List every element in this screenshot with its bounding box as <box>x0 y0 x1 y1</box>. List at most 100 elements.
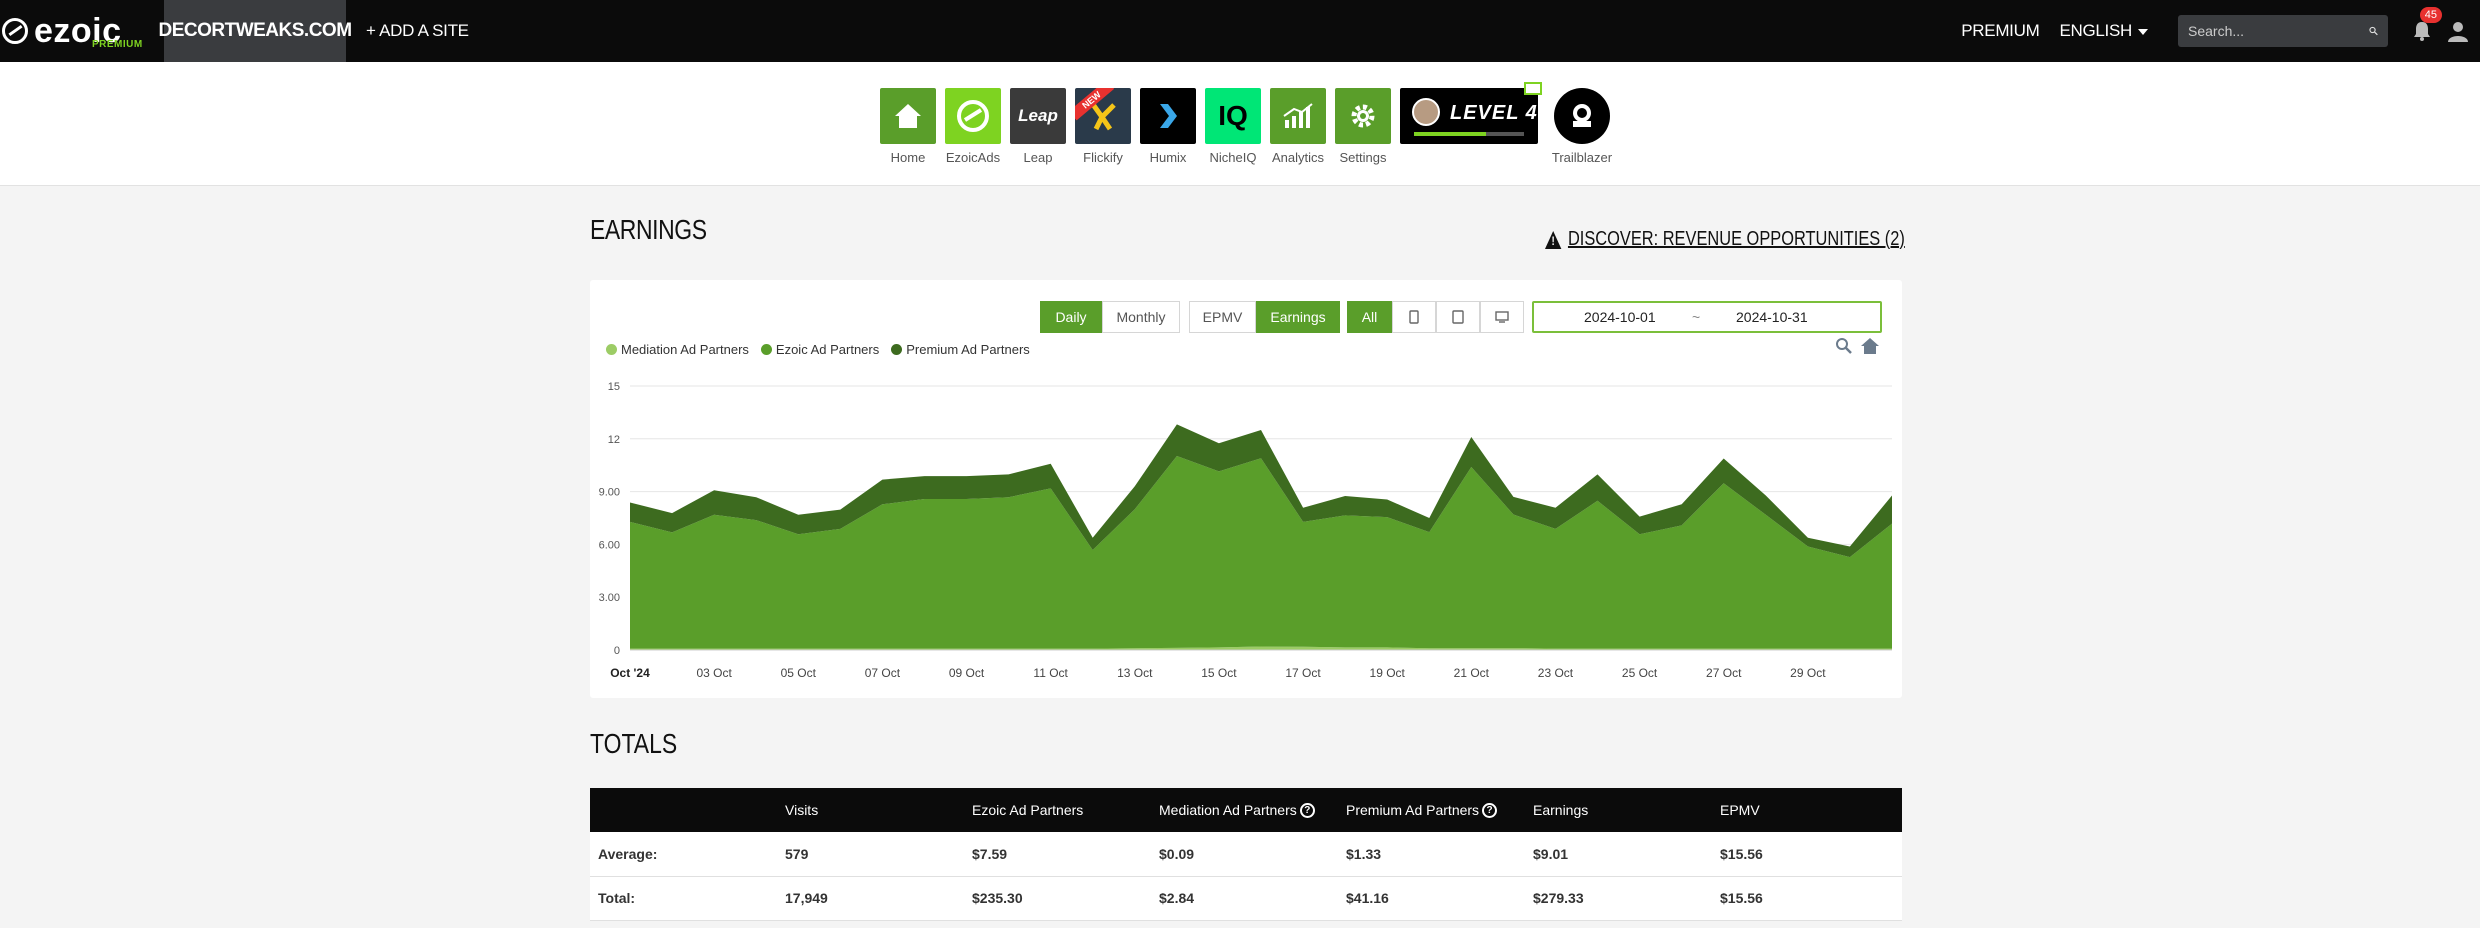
totals-heading: TOTALS <box>590 728 678 759</box>
language-label: ENGLISH <box>2059 21 2132 40</box>
x-tick-label: 03 Oct <box>696 666 732 680</box>
humix-icon <box>1140 88 1196 144</box>
app-home[interactable]: Home <box>880 88 936 165</box>
table-cell: $2.84 <box>1151 876 1338 921</box>
level-progress-bar <box>1414 132 1524 136</box>
earnings-area-chart: 0 3.00 6.00 9.00 12 15 Oct '24 03 Oct 05 Oct 07 O… <box>599 381 1892 680</box>
analytics-icon <box>1270 88 1326 144</box>
column-header: Visits <box>777 788 964 832</box>
app-analytics[interactable]: Analytics <box>1270 88 1326 165</box>
ezoic-logo-icon <box>2 18 28 44</box>
warning-icon <box>1545 230 1562 249</box>
x-tick-label: 07 Oct <box>865 666 901 680</box>
logo-premium-label: PREMIUM <box>92 39 143 50</box>
mail-icon[interactable] <box>1524 82 1542 95</box>
user-menu[interactable] <box>2446 19 2470 43</box>
column-header: Earnings <box>1525 788 1712 832</box>
level-progress-fill <box>1414 132 1486 136</box>
notification-count-badge: 45 <box>2419 7 2442 23</box>
x-tick-label: 11 Oct <box>1033 666 1068 680</box>
column-header: Mediation Ad Partners? <box>1151 788 1338 832</box>
totals-table: Visits Ezoic Ad Partners Mediation Ad Pa… <box>590 788 1902 921</box>
ezoicads-icon <box>945 88 1001 144</box>
app-flickify[interactable]: NEW Flickify <box>1075 88 1131 165</box>
table-cell: 579 <box>777 832 964 877</box>
language-dropdown[interactable]: ENGLISH <box>2059 21 2148 41</box>
x-tick-label: 15 Oct <box>1201 666 1237 680</box>
current-site-tab[interactable]: DECORTWEAKS.COM <box>158 0 352 62</box>
column-header-text: Premium Ad Partners <box>1346 801 1480 818</box>
column-header: EPMV <box>1712 788 1902 832</box>
app-launcher-bar: Home EzoicAds Leap Leap NEW Flickify Hum… <box>0 62 2480 186</box>
search-box <box>2178 15 2388 47</box>
premium-link[interactable]: PREMIUM <box>1961 21 2039 41</box>
table-row: Total: 17,949 $235.30 $2.84 $41.16 $279.… <box>590 876 1902 921</box>
flickify-icon: NEW <box>1075 88 1131 144</box>
trailblazer-icon <box>1554 88 1610 144</box>
ezoic-logo[interactable]: ezoic PREMIUM <box>0 0 164 62</box>
level-text: LEVEL 4 <box>1450 102 1538 124</box>
nicheiq-icon: IQ <box>1205 88 1261 144</box>
app-settings[interactable]: Settings <box>1335 88 1391 165</box>
table-cell: $41.16 <box>1338 876 1525 921</box>
table-cell: $7.59 <box>964 832 1151 877</box>
y-tick-label: 3.00 <box>599 592 620 604</box>
table-row: Average: 579 $7.59 $0.09 $1.33 $9.01 $15… <box>590 832 1902 877</box>
x-tick-label: 17 Oct <box>1285 666 1321 680</box>
x-tick-label: 27 Oct <box>1706 666 1742 680</box>
earnings-chart-card: Daily Monthly EPMV Earnings All 2024-10-… <box>590 280 1902 698</box>
table-cell: Average: <box>590 832 777 877</box>
x-tick-label: 05 Oct <box>781 666 817 680</box>
leap-icon: Leap <box>1010 88 1066 144</box>
app-label: Trailblazer <box>1551 150 1613 165</box>
x-tick-label: Oct '24 <box>610 666 650 680</box>
y-tick-label: 9.00 <box>599 487 620 499</box>
column-header: Premium Ad Partners? <box>1338 788 1525 832</box>
search-icon[interactable] <box>2369 24 2378 38</box>
x-tick-label: 09 Oct <box>949 666 985 680</box>
settings-icon <box>1335 88 1391 144</box>
table-cell: 17,949 <box>777 876 964 921</box>
app-humix[interactable]: Humix <box>1140 88 1196 165</box>
top-navigation-bar: ezoic PREMIUM DECORTWEAKS.COM + ADD A SI… <box>0 0 2480 62</box>
help-icon[interactable]: ? <box>1482 803 1498 819</box>
x-tick-label: 13 Oct <box>1117 666 1153 680</box>
home-icon <box>880 88 936 144</box>
column-header-text: Mediation Ad Partners <box>1159 801 1297 818</box>
add-site-link[interactable]: + ADD A SITE <box>366 21 469 41</box>
table-cell: $15.56 <box>1712 832 1902 877</box>
level-badge[interactable]: LEVEL 4 <box>1400 82 1542 144</box>
y-tick-label: 12 <box>608 434 620 446</box>
table-cell: $279.33 <box>1525 876 1712 921</box>
user-icon <box>2448 22 2468 42</box>
caret-down-icon <box>2138 28 2148 35</box>
column-header <box>590 788 777 832</box>
app-label: Settings <box>1339 150 1387 165</box>
table-cell: $235.30 <box>964 876 1151 921</box>
y-tick-label: 0 <box>614 645 620 657</box>
search-input[interactable] <box>2188 23 2369 39</box>
x-tick-label: 29 Oct <box>1790 666 1826 680</box>
app-ezoicads[interactable]: EzoicAds <box>945 88 1001 165</box>
discover-revenue-link[interactable]: DISCOVER: REVENUE OPPORTUNITIES (2) <box>1545 228 1905 251</box>
x-tick-label: 19 Oct <box>1370 666 1406 680</box>
x-tick-label: 25 Oct <box>1622 666 1658 680</box>
y-tick-label: 15 <box>608 381 620 393</box>
table-cell: $0.09 <box>1151 832 1338 877</box>
notifications-button[interactable]: 45 <box>2410 7 2442 43</box>
table-cell: Total: <box>590 876 777 921</box>
app-leap[interactable]: Leap Leap <box>1010 88 1066 165</box>
column-header: Ezoic Ad Partners <box>964 788 1151 832</box>
earnings-heading: EARNINGS <box>590 214 707 245</box>
table-cell: $15.56 <box>1712 876 1902 921</box>
table-cell: $1.33 <box>1338 832 1525 877</box>
discover-link-text: DISCOVER: REVENUE OPPORTUNITIES (2) <box>1568 228 1905 250</box>
table-header-row: Visits Ezoic Ad Partners Mediation Ad Pa… <box>590 788 1902 832</box>
avatar <box>1412 98 1440 126</box>
app-nicheiq[interactable]: IQ NicheIQ <box>1205 88 1261 165</box>
x-tick-label: 21 Oct <box>1454 666 1490 680</box>
table-cell: $9.01 <box>1525 832 1712 877</box>
x-tick-label: 23 Oct <box>1538 666 1574 680</box>
app-trailblazer[interactable]: Trailblazer <box>1552 88 1612 165</box>
help-icon[interactable]: ? <box>1299 803 1315 819</box>
